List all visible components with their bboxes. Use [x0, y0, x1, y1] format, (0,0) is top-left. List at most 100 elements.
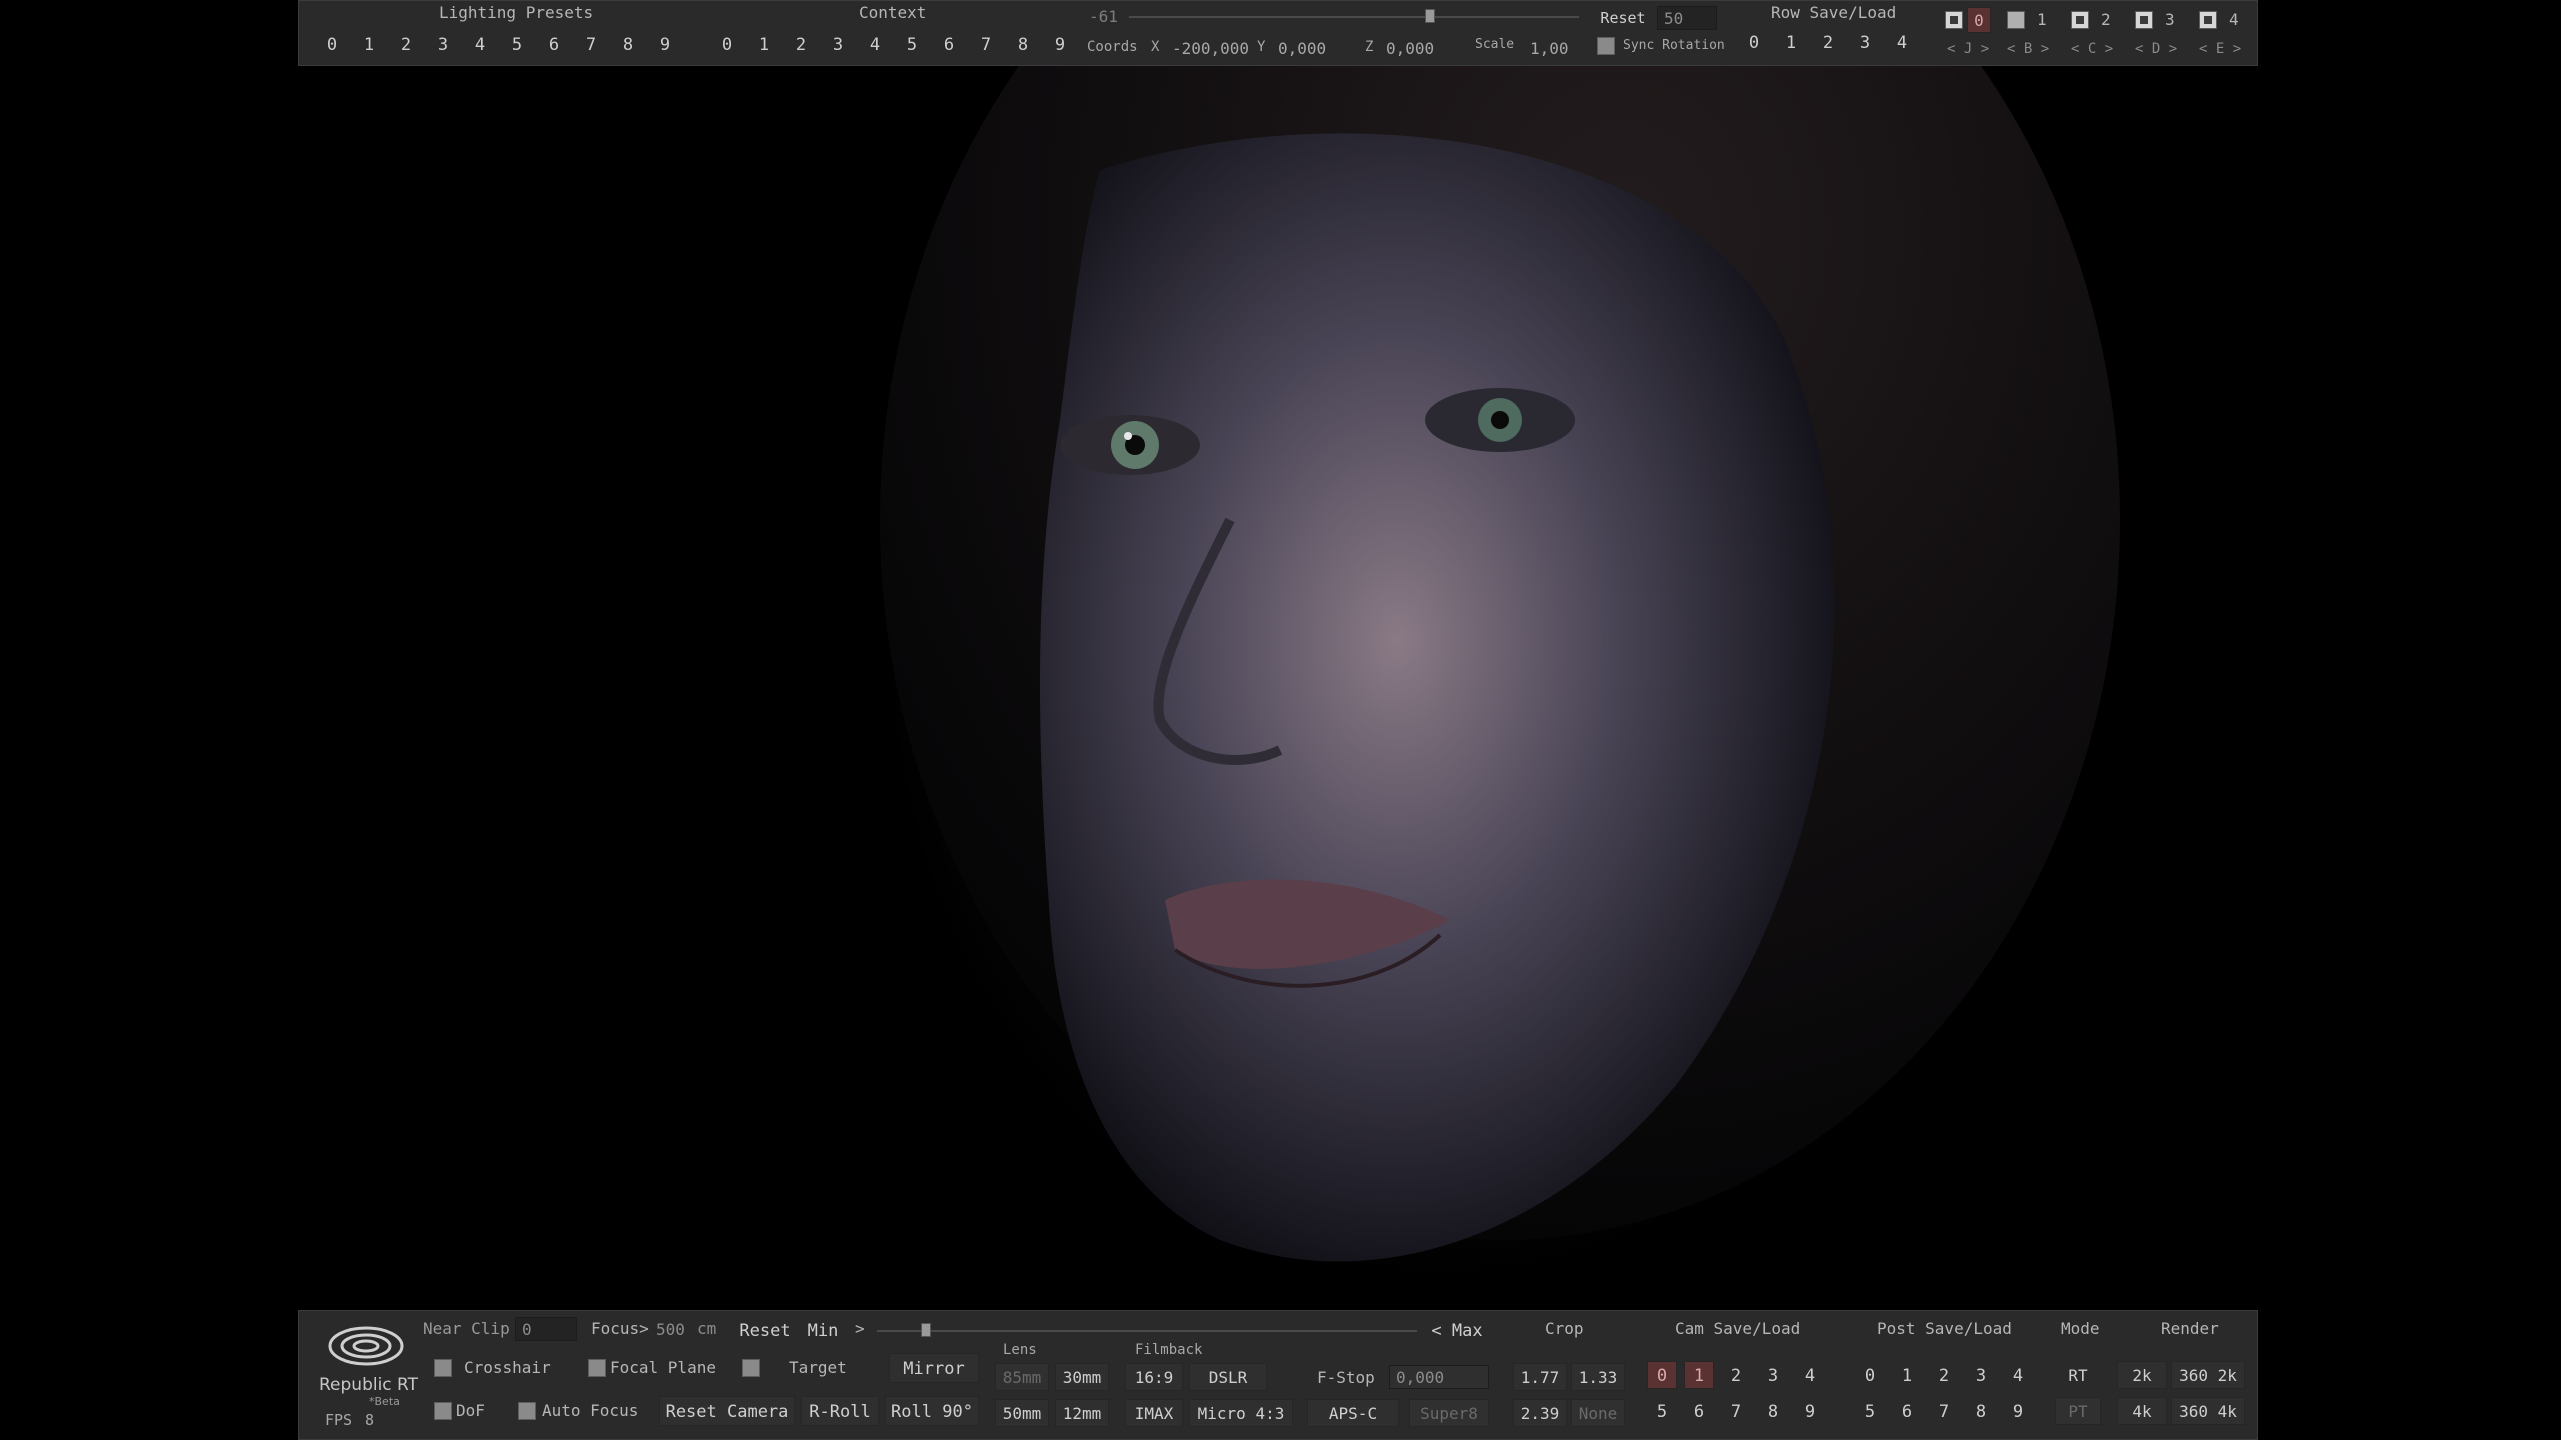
post-slot-4[interactable]: 4: [2003, 1361, 2033, 1389]
post-slot-3[interactable]: 3: [1966, 1361, 1996, 1389]
lens-12mm-button[interactable]: 12mm: [1055, 1399, 1109, 1427]
roll-90-button[interactable]: Roll 90°: [885, 1396, 979, 1426]
crop-1-77-button[interactable]: 1.77: [1513, 1363, 1567, 1391]
target-checkbox[interactable]: [742, 1359, 760, 1377]
lighting-preset-7[interactable]: 7: [574, 29, 608, 59]
reset-camera-button[interactable]: Reset Camera: [659, 1396, 795, 1426]
row-1-nav[interactable]: < B >: [2007, 41, 2049, 57]
render-360-4k-button[interactable]: 360 4k: [2171, 1397, 2245, 1425]
lighting-preset-6[interactable]: 6: [537, 29, 571, 59]
context-1[interactable]: 1: [747, 29, 781, 59]
focus-max-button[interactable]: < Max: [1427, 1315, 1487, 1345]
focal-plane-checkbox[interactable]: [588, 1359, 606, 1377]
context-0[interactable]: 0: [710, 29, 744, 59]
sync-rotation-checkbox[interactable]: [1597, 37, 1615, 55]
row-2-toggle[interactable]: [2071, 11, 2089, 29]
cam-slot-9[interactable]: 9: [1795, 1397, 1825, 1425]
context-4[interactable]: 4: [858, 29, 892, 59]
rotation-slider-handle[interactable]: [1425, 9, 1435, 23]
rotation-slider-track[interactable]: [1129, 16, 1579, 18]
scale-field[interactable]: 1,00: [1523, 36, 1583, 60]
y-coord-field[interactable]: 0,000: [1271, 36, 1366, 60]
z-coord-field[interactable]: 0,000: [1379, 36, 1474, 60]
fstop-field[interactable]: 0,000: [1389, 1365, 1489, 1389]
mode-pt-button[interactable]: PT: [2055, 1397, 2101, 1425]
filmback-super8-button[interactable]: Super8: [1409, 1399, 1489, 1427]
near-clip-field[interactable]: 0: [515, 1317, 577, 1341]
dof-checkbox[interactable]: [434, 1402, 452, 1420]
lighting-preset-5[interactable]: 5: [500, 29, 534, 59]
cam-slot-4[interactable]: 4: [1795, 1361, 1825, 1389]
row-3-toggle[interactable]: [2135, 11, 2153, 29]
filmback-16-9-button[interactable]: 16:9: [1125, 1363, 1183, 1391]
row-1-toggle[interactable]: [2007, 11, 2025, 29]
lighting-preset-2[interactable]: 2: [389, 29, 423, 59]
filmback-imax-button[interactable]: IMAX: [1125, 1399, 1183, 1427]
lighting-preset-0[interactable]: 0: [315, 29, 349, 59]
reset-value-field[interactable]: 50: [1657, 6, 1717, 30]
row-slot-2[interactable]: 2: [1811, 27, 1845, 57]
context-9[interactable]: 9: [1043, 29, 1077, 59]
render-360-2k-button[interactable]: 360 2k: [2171, 1361, 2245, 1389]
row-3-number[interactable]: 3: [2165, 10, 2175, 29]
render-viewport[interactable]: [0, 0, 2561, 1440]
post-slot-9[interactable]: 9: [2003, 1397, 2033, 1425]
x-coord-field[interactable]: -200,000: [1165, 36, 1265, 60]
row-0-number[interactable]: 0: [1967, 7, 1991, 33]
context-2[interactable]: 2: [784, 29, 818, 59]
crosshair-checkbox[interactable]: [434, 1359, 452, 1377]
cam-slot-5[interactable]: 5: [1647, 1397, 1677, 1425]
mode-rt-button[interactable]: RT: [2055, 1361, 2101, 1389]
cam-slot-7[interactable]: 7: [1721, 1397, 1751, 1425]
post-slot-6[interactable]: 6: [1892, 1397, 1922, 1425]
r-roll-button[interactable]: R-Roll: [801, 1396, 879, 1426]
lighting-preset-4[interactable]: 4: [463, 29, 497, 59]
crop-2-39-button[interactable]: 2.39: [1513, 1399, 1567, 1427]
row-slot-3[interactable]: 3: [1848, 27, 1882, 57]
lighting-preset-1[interactable]: 1: [352, 29, 386, 59]
filmback-aps-c-button[interactable]: APS-C: [1307, 1399, 1399, 1427]
cam-slot-2[interactable]: 2: [1721, 1361, 1751, 1389]
lighting-preset-8[interactable]: 8: [611, 29, 645, 59]
cam-slot-1[interactable]: 1: [1684, 1361, 1714, 1389]
lens-50mm-button[interactable]: 50mm: [995, 1399, 1049, 1427]
cam-slot-6[interactable]: 6: [1684, 1397, 1714, 1425]
cam-slot-8[interactable]: 8: [1758, 1397, 1788, 1425]
crop-none-button[interactable]: None: [1571, 1399, 1625, 1427]
mirror-button[interactable]: Mirror: [889, 1353, 979, 1383]
auto-focus-checkbox[interactable]: [518, 1402, 536, 1420]
lens-85mm-button[interactable]: 85mm: [995, 1363, 1049, 1391]
post-slot-0[interactable]: 0: [1855, 1361, 1885, 1389]
row-0-nav[interactable]: < J >: [1947, 41, 1989, 57]
context-7[interactable]: 7: [969, 29, 1003, 59]
post-slot-2[interactable]: 2: [1929, 1361, 1959, 1389]
row-2-nav[interactable]: < C >: [2071, 41, 2113, 57]
focus-min-button[interactable]: Min: [803, 1315, 843, 1345]
filmback-dslr-button[interactable]: DSLR: [1189, 1363, 1267, 1391]
focus-slider-track[interactable]: [877, 1330, 1417, 1332]
row-3-nav[interactable]: < D >: [2135, 41, 2177, 57]
context-3[interactable]: 3: [821, 29, 855, 59]
row-slot-0[interactable]: 0: [1737, 27, 1771, 57]
row-4-nav[interactable]: < E >: [2199, 41, 2241, 57]
reset-rotation-button[interactable]: Reset: [1595, 3, 1651, 31]
lighting-preset-9[interactable]: 9: [648, 29, 682, 59]
post-slot-1[interactable]: 1: [1892, 1361, 1922, 1389]
focus-field[interactable]: 500: [649, 1317, 695, 1341]
row-4-toggle[interactable]: [2199, 11, 2217, 29]
render-2k-button[interactable]: 2k: [2117, 1361, 2167, 1389]
row-2-number[interactable]: 2: [2101, 10, 2111, 29]
row-slot-4[interactable]: 4: [1885, 27, 1919, 57]
filmback-micro-43-button[interactable]: Micro 4:3: [1189, 1399, 1293, 1427]
row-slot-1[interactable]: 1: [1774, 27, 1808, 57]
row-4-number[interactable]: 4: [2229, 10, 2239, 29]
context-5[interactable]: 5: [895, 29, 929, 59]
crop-1-33-button[interactable]: 1.33: [1571, 1363, 1625, 1391]
row-0-toggle[interactable]: [1945, 11, 1963, 29]
cam-slot-3[interactable]: 3: [1758, 1361, 1788, 1389]
post-slot-5[interactable]: 5: [1855, 1397, 1885, 1425]
context-6[interactable]: 6: [932, 29, 966, 59]
context-8[interactable]: 8: [1006, 29, 1040, 59]
focus-slider-handle[interactable]: [921, 1323, 931, 1337]
focus-reset-button[interactable]: Reset: [735, 1315, 795, 1345]
